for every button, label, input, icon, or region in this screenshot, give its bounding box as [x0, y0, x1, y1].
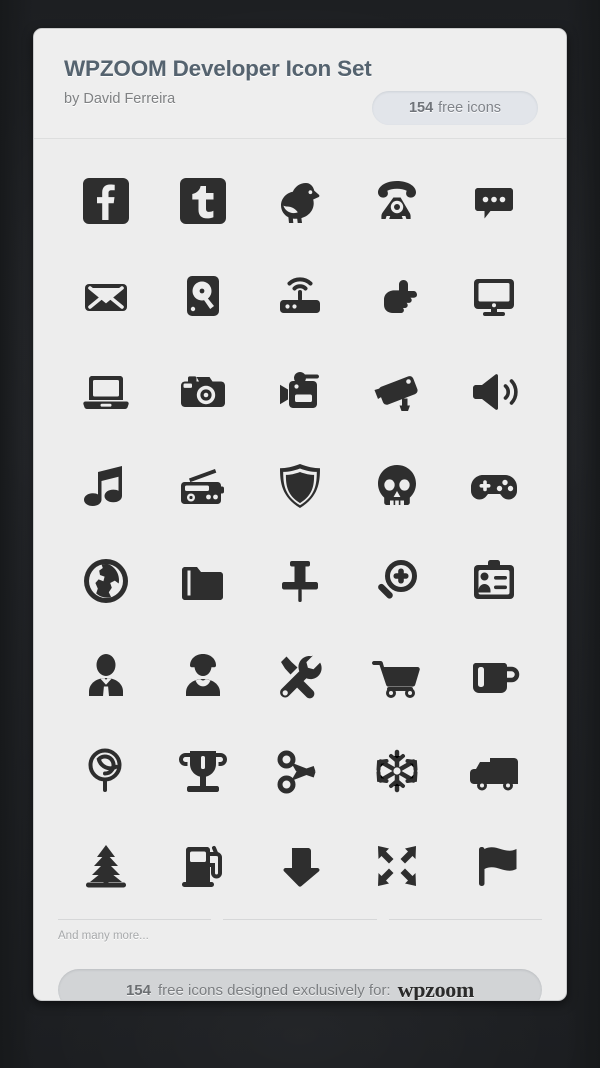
divider-line-2: [223, 919, 377, 920]
woman-user-icon[interactable]: [168, 641, 238, 711]
down-arrow-icon[interactable]: [265, 831, 335, 901]
page-title: WPZOOM Developer Icon Set: [64, 56, 372, 81]
desktop-monitor-icon[interactable]: [459, 261, 529, 331]
footer-count-number: 154: [125, 981, 151, 999]
trophy-icon[interactable]: [168, 736, 238, 806]
snowflake-icon[interactable]: [362, 736, 432, 806]
background-edge-left: [0, 0, 34, 1068]
lollipop-icon[interactable]: [71, 736, 141, 806]
tools-icon[interactable]: [265, 641, 335, 711]
footer-count: 154: [126, 982, 151, 999]
speech-bubble-icon[interactable]: [459, 166, 529, 236]
folder-icon[interactable]: [168, 546, 238, 616]
hard-drive-icon[interactable]: [168, 261, 238, 331]
twitter-icon[interactable]: [168, 166, 238, 236]
flag-icon[interactable]: [459, 831, 529, 901]
fuel-pump-icon[interactable]: [168, 831, 238, 901]
globe-icon[interactable]: [71, 546, 141, 616]
footer-text: free icons designed exclusively for:: [157, 981, 391, 999]
shield-icon[interactable]: [265, 451, 335, 521]
zoom-in-icon[interactable]: [362, 546, 432, 616]
envelope-icon[interactable]: [71, 261, 141, 331]
free-icons-badge: 154 free icons: [372, 91, 538, 125]
scissors-icon[interactable]: [265, 736, 335, 806]
skull-icon[interactable]: [362, 451, 432, 521]
icon-grid: [34, 139, 566, 913]
laptop-icon[interactable]: [71, 356, 141, 426]
music-note-icon[interactable]: [71, 451, 141, 521]
gamepad-icon[interactable]: [459, 451, 529, 521]
speaker-volume-icon[interactable]: [459, 356, 529, 426]
video-camera-icon[interactable]: [265, 356, 335, 426]
divider-line-3: [388, 919, 542, 920]
more-label: And many more...: [58, 930, 149, 942]
security-camera-icon[interactable]: [362, 356, 432, 426]
pushpin-icon[interactable]: [265, 546, 335, 616]
more-divider-row: And many more...: [58, 915, 542, 955]
badge-label: free icons: [438, 100, 502, 116]
facebook-icon[interactable]: [71, 166, 141, 236]
businessman-icon[interactable]: [71, 641, 141, 711]
collapse-arrows-icon[interactable]: [362, 831, 432, 901]
bird-icon[interactable]: [265, 166, 335, 236]
id-card-icon[interactable]: [459, 546, 529, 616]
rotary-telephone-icon[interactable]: [362, 166, 432, 236]
divider-line-1: [58, 919, 212, 920]
pointing-hand-icon[interactable]: [362, 261, 432, 331]
badge-count: 154: [408, 100, 434, 116]
card-header: WPZOOM Developer Icon Set by David Ferre…: [34, 29, 566, 139]
photo-camera-icon[interactable]: [168, 356, 238, 426]
coffee-mug-icon[interactable]: [459, 641, 529, 711]
radio-icon[interactable]: [168, 451, 238, 521]
wifi-router-icon[interactable]: [265, 261, 335, 331]
delivery-truck-icon[interactable]: [459, 736, 529, 806]
pine-tree-icon[interactable]: [71, 831, 141, 901]
icon-set-card: WPZOOM Developer Icon Set by David Ferre…: [33, 28, 567, 1001]
shopping-cart-icon[interactable]: [362, 641, 432, 711]
background-edge-right: [566, 0, 600, 1068]
footer-cta-bar[interactable]: 154 free icons designed exclusively for:…: [58, 969, 542, 1001]
wpzoom-logo: wpzoom: [397, 977, 475, 1001]
divider-lines: [58, 915, 542, 920]
